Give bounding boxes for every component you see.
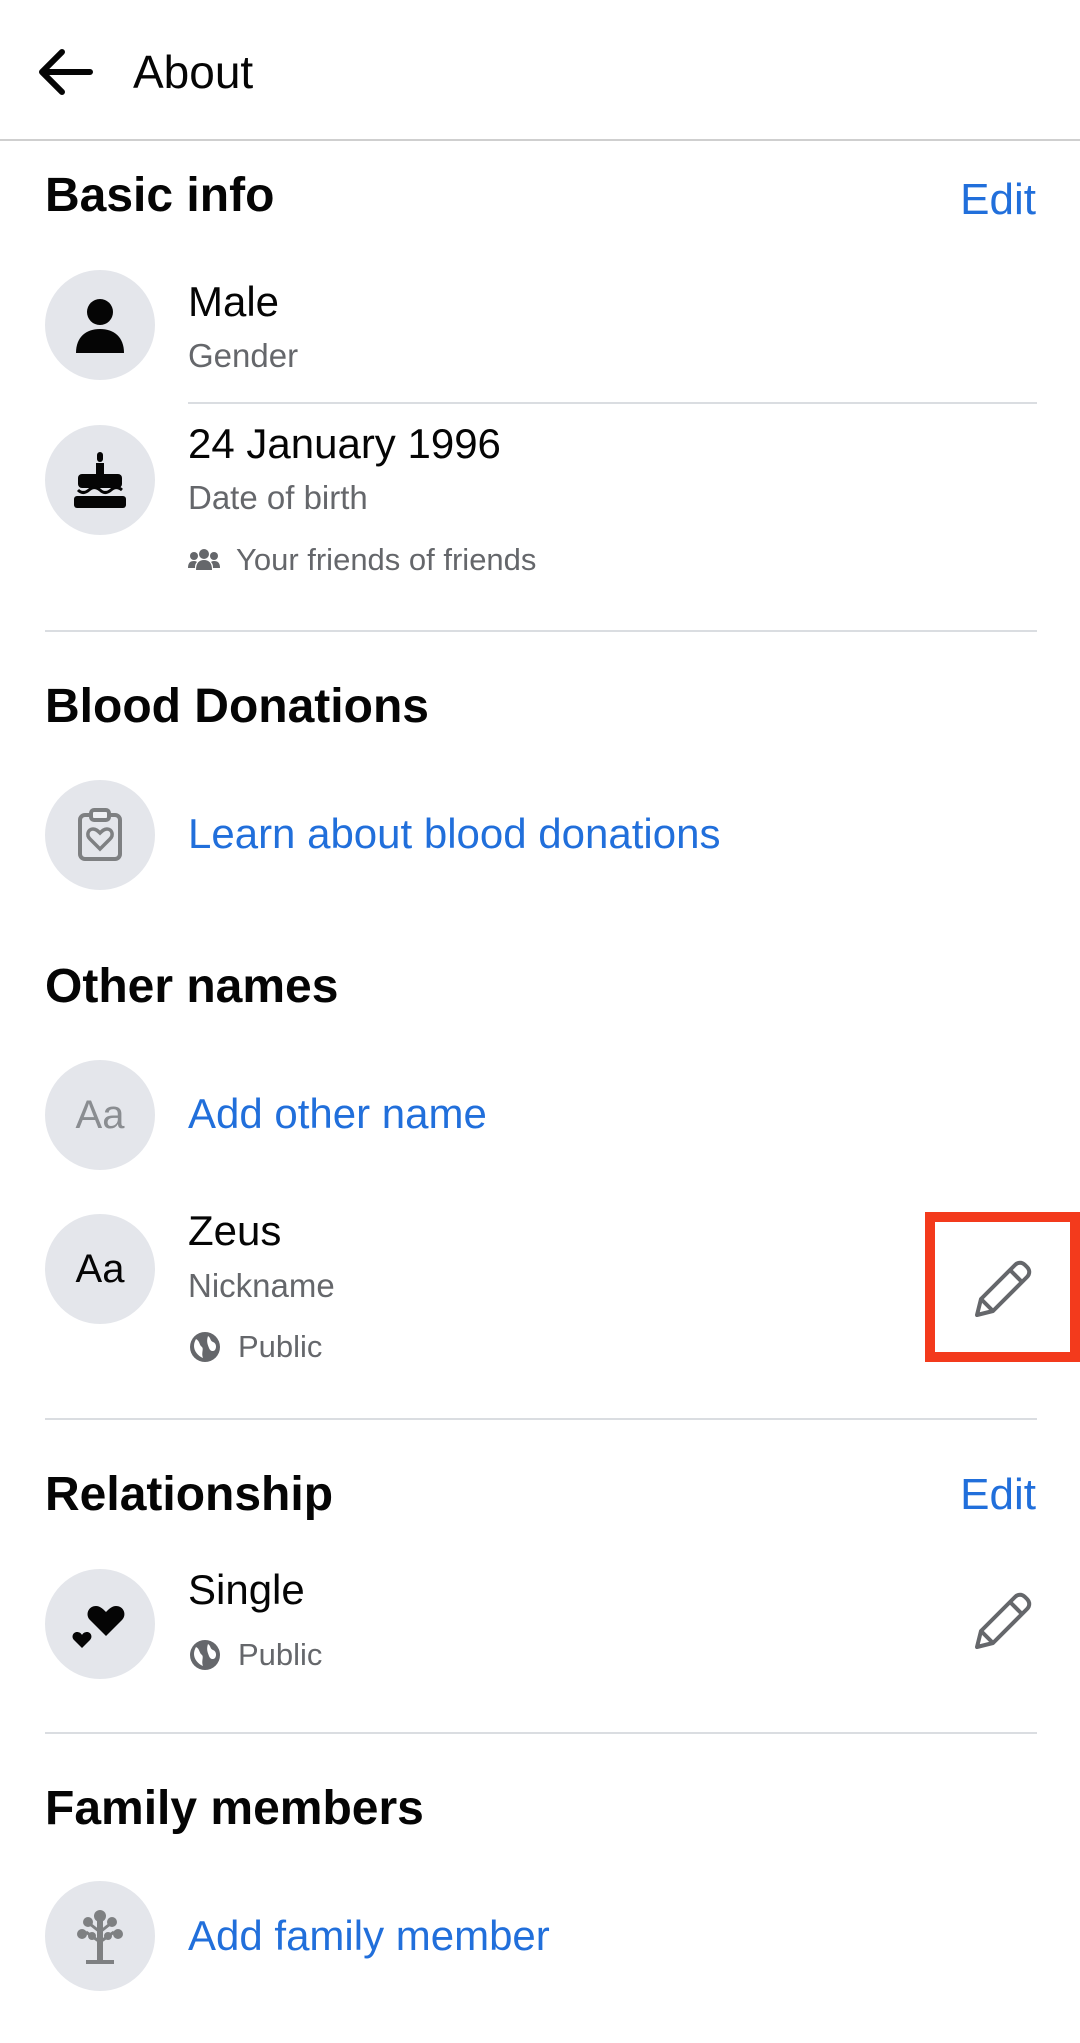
blood-donation-icon-circle: [45, 780, 155, 890]
globe-icon: [190, 1332, 220, 1362]
add-family-member-link[interactable]: Add family member: [188, 1909, 550, 1963]
add-other-name-icon-circle: Aa: [45, 1060, 155, 1170]
friends-icon: [188, 549, 220, 570]
clipboard-heart-icon: [78, 808, 122, 861]
section-divider: [45, 1732, 1037, 1734]
family-members-title: Family members: [45, 1782, 424, 1835]
cake-icon: [74, 452, 126, 508]
nickname-audience[interactable]: Public: [188, 1327, 322, 1367]
header-divider: [0, 139, 1080, 141]
birth-date-audience[interactable]: Your friends of friends: [188, 540, 536, 580]
hearts-icon: [72, 1606, 125, 1648]
learn-blood-donations-link[interactable]: Learn about blood donations: [188, 807, 720, 861]
relationship-status-value: Single: [188, 1566, 305, 1613]
family-tree-icon: [77, 1910, 123, 1964]
gender-value: Male: [188, 278, 280, 325]
gender-icon-circle: [45, 270, 155, 380]
family-member-icon-circle: [45, 1881, 155, 1991]
other-names-title: Other names: [45, 960, 339, 1013]
relationship-title: Relationship: [45, 1468, 334, 1521]
page-title: About: [133, 46, 254, 98]
birth-date-label: Date of birth: [188, 479, 368, 516]
basic-info-title: Basic info: [45, 169, 275, 222]
nickname-label: Nickname: [188, 1267, 335, 1304]
section-divider: [45, 1418, 1037, 1420]
highlight-box: [925, 1212, 1080, 1362]
gender-label: Gender: [188, 337, 299, 374]
blood-donations-title: Blood Donations: [45, 680, 429, 733]
person-icon: [76, 299, 124, 353]
nickname-value: Zeus: [188, 1207, 282, 1254]
section-divider: [45, 630, 1037, 632]
audience-label: Your friends of friends: [236, 542, 537, 577]
back-arrow-icon[interactable]: [34, 40, 98, 104]
text-aa-icon: Aa: [75, 1246, 125, 1291]
audience-label: Public: [238, 1329, 323, 1364]
birth-icon-circle: [45, 425, 155, 535]
text-aa-icon: Aa: [75, 1092, 125, 1137]
relationship-audience[interactable]: Public: [188, 1635, 322, 1675]
basic-info-edit-button[interactable]: Edit: [960, 172, 1036, 228]
edit-relationship-pencil-icon[interactable]: [967, 1585, 1039, 1657]
relationship-edit-button[interactable]: Edit: [960, 1467, 1036, 1523]
divider: [188, 402, 1037, 404]
nickname-icon-circle: Aa: [45, 1214, 155, 1324]
globe-icon: [190, 1640, 220, 1670]
audience-label: Public: [238, 1637, 323, 1672]
relationship-icon-circle: [45, 1569, 155, 1679]
add-other-name-link[interactable]: Add other name: [188, 1087, 487, 1141]
birth-date-value: 24 January 1996: [188, 420, 501, 467]
